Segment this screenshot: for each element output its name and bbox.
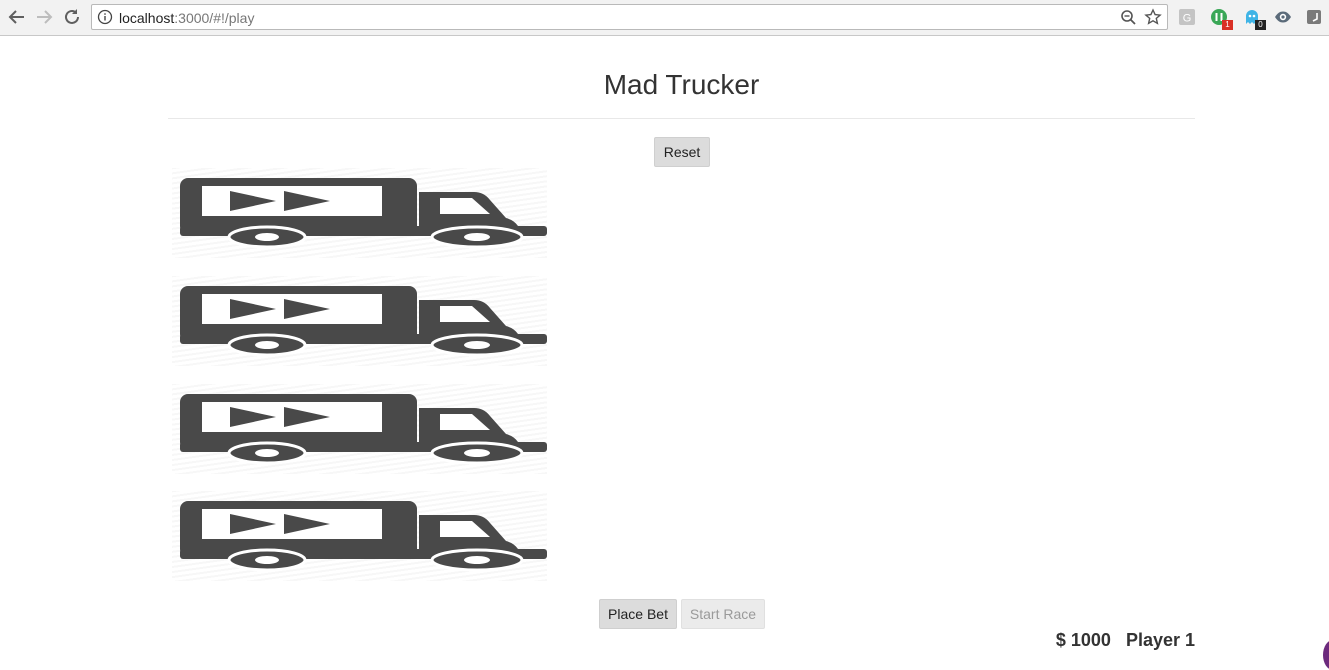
extension-badge: 1 <box>1222 20 1233 30</box>
truck-icon <box>172 491 547 581</box>
zoom-icon[interactable] <box>1120 9 1137 26</box>
truck-lane-3 <box>172 384 547 474</box>
title-divider <box>168 118 1195 119</box>
g-extension-button[interactable]: G <box>1178 8 1196 26</box>
start-race-button[interactable]: Start Race <box>681 599 765 629</box>
place-bet-button[interactable]: Place Bet <box>599 599 677 629</box>
reload-icon <box>65 9 79 24</box>
back-button[interactable] <box>6 6 28 28</box>
address-bar[interactable]: localhost:3000/#!/play <box>91 4 1168 30</box>
eye-extension-icon <box>1275 11 1291 23</box>
note-extension-icon <box>1307 10 1321 24</box>
url-host: localhost <box>119 10 175 26</box>
browser-toolbar: localhost:3000/#!/play G 1 0 <box>0 0 1329 36</box>
forward-button[interactable] <box>33 6 55 28</box>
truck-icon <box>172 384 547 474</box>
eye-extension-button[interactable] <box>1274 8 1292 26</box>
green-extension-button[interactable]: 1 <box>1210 8 1233 30</box>
truck-icon <box>172 168 547 258</box>
truck-lane-1 <box>172 168 547 258</box>
player-status: $ 1000 Player 1 <box>1056 630 1195 651</box>
player-name: Player 1 <box>1125 630 1195 650</box>
truck-lane-4 <box>172 491 547 581</box>
note-extension-button[interactable] <box>1305 8 1323 26</box>
g-extension-icon: G <box>1179 9 1195 25</box>
extension-badge: 0 <box>1255 20 1266 30</box>
ghost-extension-button[interactable]: 0 <box>1243 8 1266 30</box>
bookmark-star-icon[interactable] <box>1144 8 1162 26</box>
url-text[interactable]: localhost:3000/#!/play <box>119 10 254 26</box>
reload-button[interactable] <box>61 6 83 28</box>
page-title: Mad Trucker <box>603 69 760 100</box>
truck-lane-2 <box>172 276 547 366</box>
truck-icon <box>172 276 547 366</box>
back-arrow-icon <box>8 10 24 24</box>
balance-text: $ 1000 <box>1055 630 1111 650</box>
forward-arrow-icon <box>37 10 53 24</box>
reset-button[interactable]: Reset <box>654 137 710 167</box>
info-icon[interactable] <box>97 9 113 25</box>
svg-text:G: G <box>1183 13 1192 25</box>
url-path: :3000/#!/play <box>174 10 255 26</box>
